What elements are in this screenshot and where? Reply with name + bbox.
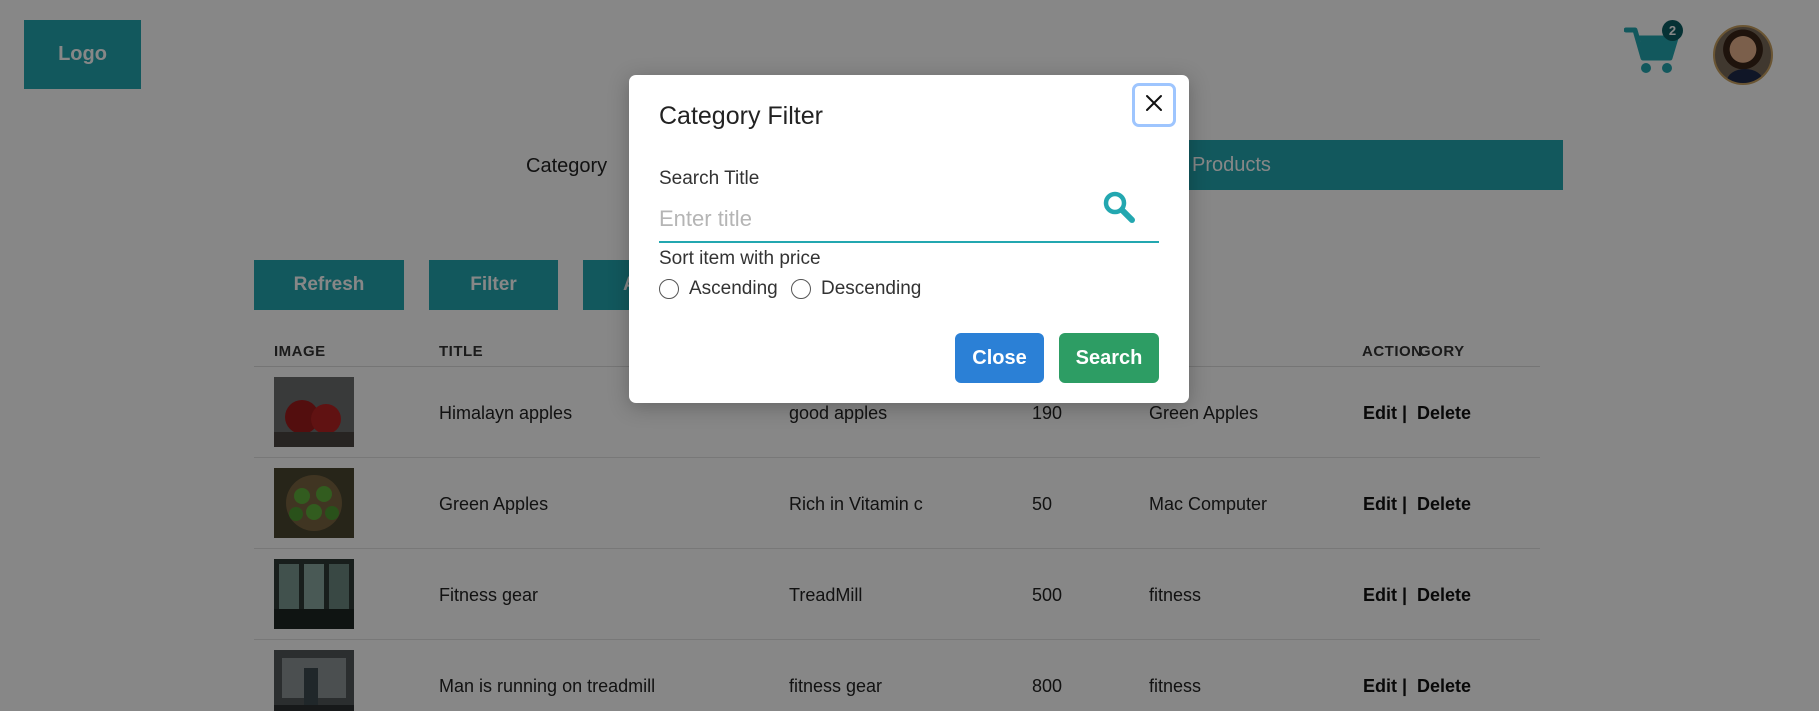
descending-radio[interactable] <box>791 279 811 299</box>
search-icon[interactable] <box>1101 189 1137 225</box>
ascending-label[interactable]: Ascending <box>689 278 778 300</box>
modal-title: Category Filter <box>659 102 823 130</box>
modal-close-button[interactable] <box>1132 83 1176 127</box>
search-title-label: Search Title <box>659 168 760 189</box>
category-filter-modal: Category Filter Search Title Sort item w… <box>629 75 1189 403</box>
search-button[interactable]: Search <box>1059 333 1159 383</box>
ascending-radio[interactable] <box>659 279 679 299</box>
close-icon <box>1145 94 1163 117</box>
close-button[interactable]: Close <box>955 333 1044 383</box>
descending-label[interactable]: Descending <box>821 278 921 300</box>
sort-price-label: Sort item with price <box>659 248 821 269</box>
search-title-input[interactable] <box>659 197 1159 243</box>
